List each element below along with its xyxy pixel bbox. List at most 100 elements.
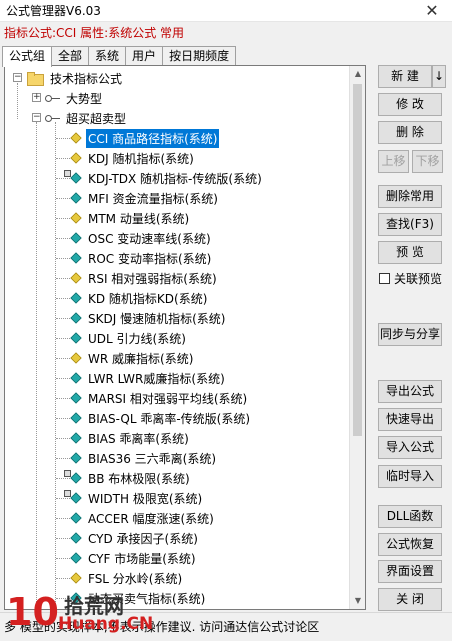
scroll-up-icon[interactable]: ▲ [350,66,365,82]
tree-group-label: 大势型 [66,91,103,106]
link-preview-checkbox[interactable] [379,273,390,284]
formula-gem-icon [70,372,82,384]
formula-gem-icon [70,352,82,364]
new-dropdown-icon[interactable]: ↓ [432,65,446,88]
formula-item[interactable]: BIAS-QL 乖离率-传统版(系统) [70,408,252,428]
restore-button[interactable]: 公式恢复 [378,533,442,556]
formula-item[interactable]: CYD 承接因子(系统) [70,528,200,548]
formula-item-label: ACCER 幅度涨速(系统) [88,511,214,526]
formula-tree: − 技术指标公式 + 大势型 − 超买超卖型 CCI 商品路径指标(系统) KDJ… [5,66,350,609]
formula-item[interactable]: FSL 分水岭(系统) [70,568,184,588]
formula-item[interactable]: MFI 资金流量指标(系统) [70,188,220,208]
temp-import-button[interactable]: 临时导入 [378,465,442,488]
link-preview-label: 关联预览 [394,272,443,286]
delete-common-button[interactable]: 删除常用 [378,185,442,208]
formula-item-label: KDJ-TDX 随机指标-传统版(系统) [88,171,262,186]
lock-icon [64,470,71,477]
ui-settings-button[interactable]: 界面设置 [378,560,442,583]
formula-item[interactable]: WIDTH 极限宽(系统) [70,488,204,508]
formula-info: 指标公式:CCI 属性:系统公式 常用 [4,26,185,40]
expand-icon[interactable]: + [32,93,41,102]
formula-gem-icon [70,212,82,224]
quick-export-button[interactable]: 快速导出 [378,408,442,431]
formula-gem-icon [70,252,82,264]
formula-item[interactable]: SKDJ 慢速随机指标(系统) [70,308,227,328]
formula-gem-icon [70,152,82,164]
formula-item-label: ROC 变动率指标(系统) [88,251,212,266]
import-button[interactable]: 导入公式 [378,436,442,459]
formula-item-label: BIAS36 三六乖离(系统) [88,451,217,466]
formula-item[interactable]: WR 威廉指标(系统) [70,348,195,368]
formula-item-label: SKDJ 慢速随机指标(系统) [88,311,226,326]
formula-item[interactable]: BIAS 乖离率(系统) [70,428,191,448]
close-icon[interactable]: ✕ [412,0,452,22]
formula-item[interactable]: BB 布林极限(系统) [70,468,192,488]
formula-item[interactable]: OSC 变动速率线(系统) [70,228,213,248]
tab-by-date-frequency[interactable]: 按日期频度 [162,46,237,66]
formula-gem-icon [70,332,82,344]
dll-button[interactable]: DLL函数 [378,505,442,528]
tree-scrollbar[interactable]: ▲ ▼ [349,66,365,609]
find-button[interactable]: 查找(F3) [378,213,442,236]
tab-user[interactable]: 用户 [125,46,164,66]
formula-item[interactable]: LWR LWR威廉指标(系统) [70,368,227,388]
formula-item[interactable]: KDJ-TDX 随机指标-传统版(系统) [70,168,264,188]
formula-item[interactable]: CYF 市场能量(系统) [70,548,198,568]
formula-gem-icon [70,532,82,544]
tab-all[interactable]: 全部 [51,46,90,66]
formula-item-label: FSL 分水岭(系统) [88,571,183,586]
formula-item[interactable]: BIAS36 三六乖离(系统) [70,448,218,468]
scroll-thumb[interactable] [353,84,362,436]
formula-gem-icon [70,492,82,504]
sync-share-button[interactable]: 同步与分享 [378,323,442,346]
formula-item[interactable]: CCI 商品路径指标(系统) [70,127,221,149]
formula-item[interactable]: ACCER 幅度涨速(系统) [70,508,216,528]
collapse-icon[interactable]: − [13,73,22,82]
key-icon [45,94,61,102]
scroll-down-icon[interactable]: ▼ [350,593,365,609]
formula-gem-icon [70,232,82,244]
move-up-button[interactable]: 上移 [378,150,409,173]
watermark-domain: Huang.CN [58,614,154,634]
formula-item[interactable]: MARSI 相对强弱平均线(系统) [70,388,249,408]
formula-item-label: MTM 动量线(系统) [88,211,190,226]
formula-gem-icon [70,192,82,204]
tab-system[interactable]: 系统 [88,46,127,66]
move-down-button[interactable]: 下移 [412,150,443,173]
formula-gem-icon [70,292,82,304]
formula-item[interactable]: KDJ 随机指标(系统) [70,148,196,168]
tree-root[interactable]: 技术指标公式 [27,68,124,88]
formula-item[interactable]: MTM 动量线(系统) [70,208,191,228]
edit-button[interactable]: 修 改 [378,93,442,116]
formula-item[interactable]: KD 随机指标KD(系统) [70,288,209,308]
export-button[interactable]: 导出公式 [378,380,442,403]
tree-group-dashixing[interactable]: 大势型 [45,88,104,108]
tree-group-chaomaichaomai[interactable]: 超买超卖型 [45,108,128,128]
new-button[interactable]: 新 建 [378,65,432,88]
formula-tree-panel: − 技术指标公式 + 大势型 − 超买超卖型 CCI 商品路径指标(系统) KDJ… [4,65,366,610]
tab-bar: 公式组 全部 系统 用户 按日期频度 [2,46,237,67]
title-bar: 公式管理器V6.03 ✕ [0,0,452,22]
tab-formula-group[interactable]: 公式组 [2,46,53,67]
lock-icon [64,490,71,497]
tree-root-label: 技术指标公式 [50,71,123,86]
formula-gem-icon [70,412,82,424]
collapse-icon[interactable]: − [32,113,41,122]
formula-item[interactable]: UDL 引力线(系统) [70,328,188,348]
formula-gem-icon [70,472,82,484]
formula-item[interactable]: ROC 变动率指标(系统) [70,248,213,268]
window-title: 公式管理器V6.03 [6,4,101,18]
link-preview-checkbox-row[interactable]: 关联预览 [379,270,442,287]
preview-button[interactable]: 预 览 [378,241,442,264]
formula-gem-icon [70,172,82,184]
delete-button[interactable]: 删 除 [378,121,442,144]
formula-item[interactable]: RSI 相对强弱指标(系统) [70,268,219,288]
formula-item-label: OSC 变动速率线(系统) [88,231,211,246]
formula-item-label: RSI 相对强弱指标(系统) [88,271,217,286]
key-icon [45,114,61,122]
close-button[interactable]: 关 闭 [378,588,442,611]
formula-item-label: BB 布林极限(系统) [88,471,190,486]
formula-item-label: KD 随机指标KD(系统) [88,291,208,306]
formula-item-label: CYF 市场能量(系统) [88,551,196,566]
formula-item-label: WR 威廉指标(系统) [88,351,194,366]
